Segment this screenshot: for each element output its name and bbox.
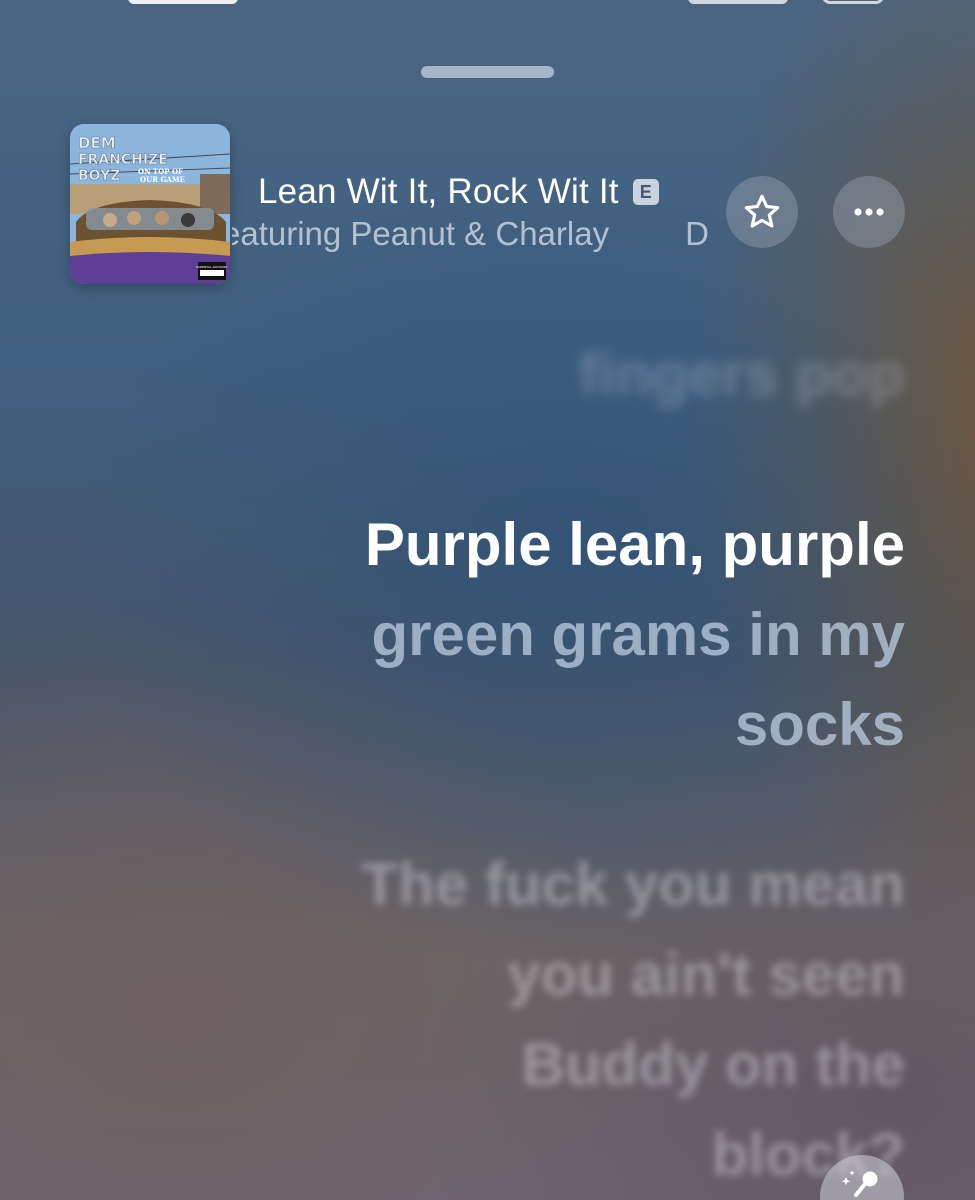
status-bar bbox=[0, 0, 975, 12]
lyric-current-sung: Purple lean, purple bbox=[364, 511, 905, 578]
now-playing-header: DEM FRANCHIZE BOYZ ON TOP OF OUR GAME PA… bbox=[70, 124, 910, 284]
lyrics-view[interactable]: fingers pop Purple lean, purple green gr… bbox=[205, 330, 905, 1200]
song-title: Lean Wit It, Rock Wit It bbox=[258, 172, 619, 211]
cellular-signal-icon bbox=[688, 0, 788, 4]
lyric-line-previous[interactable]: fingers pop bbox=[205, 330, 905, 420]
more-options-button[interactable] bbox=[833, 176, 905, 248]
artwork-title-line-3: BOYZ bbox=[78, 168, 120, 184]
lyric-current-upcoming-1: green grams in my bbox=[371, 601, 905, 668]
lyric-next-3: Buddy on the bbox=[521, 1031, 905, 1098]
lyric-next-1: The fuck you mean bbox=[361, 851, 905, 918]
explicit-badge: E bbox=[632, 179, 659, 205]
sheet-grabber-handle[interactable] bbox=[421, 66, 554, 78]
artist-name-trailing: D bbox=[685, 215, 709, 252]
microphone-sparkle-icon bbox=[841, 1170, 878, 1197]
lyric-current-upcoming-2: socks bbox=[734, 691, 905, 758]
lyric-next-4: block? bbox=[711, 1121, 905, 1188]
album-artwork[interactable]: DEM FRANCHIZE BOYZ ON TOP OF OUR GAME PA… bbox=[70, 124, 230, 284]
artwork-subtitle-line-2: OUR GAME bbox=[140, 175, 185, 184]
favorite-button[interactable] bbox=[726, 176, 798, 248]
song-title-row[interactable]: Lean Wit It, Rock Wit It E bbox=[258, 172, 659, 212]
artwork-title-line-1: DEM bbox=[78, 134, 116, 152]
artist-line: eaturing Peanut & Charlay D bbox=[232, 215, 709, 253]
status-time bbox=[128, 0, 238, 4]
artist-marquee[interactable]: eaturing Peanut & Charlay D bbox=[232, 215, 732, 259]
lyric-line-next[interactable]: The fuck you mean you ain't seen Buddy o… bbox=[205, 840, 905, 1200]
artist-name-text: eaturing Peanut & Charlay bbox=[232, 215, 610, 252]
artwork-advisory-label: PARENTAL ADVISORY bbox=[196, 265, 228, 269]
star-icon bbox=[744, 194, 780, 228]
artwork-title-line-2: FRANCHIZE bbox=[78, 152, 168, 168]
lyric-line-current[interactable]: Purple lean, purple green grams in my so… bbox=[205, 500, 905, 770]
album-artwork-image: DEM FRANCHIZE BOYZ ON TOP OF OUR GAME PA… bbox=[70, 124, 230, 284]
battery-icon bbox=[822, 0, 884, 4]
lyric-next-2: you ain't seen bbox=[507, 941, 905, 1008]
ellipsis-icon bbox=[854, 208, 884, 216]
